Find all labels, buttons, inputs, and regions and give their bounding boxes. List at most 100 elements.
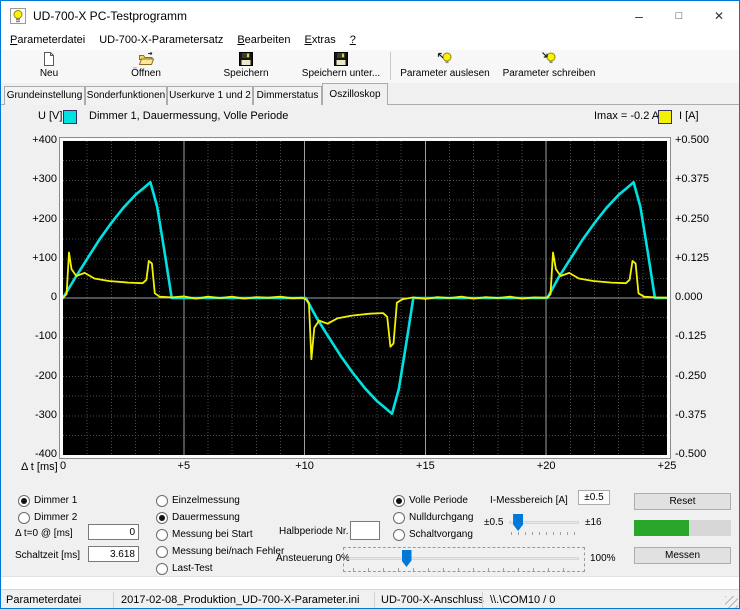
radio-icon: [156, 546, 168, 558]
read-parameters-button[interactable]: Parameter auslesen: [393, 50, 497, 83]
menu-help[interactable]: ?: [343, 31, 363, 50]
menu-bar: Parameterdatei UD-700-X-Parametersatz Be…: [1, 31, 739, 50]
radio-nulldurchgang[interactable]: Nulldurchgang: [393, 511, 474, 524]
toolbar-label: Neu: [40, 68, 58, 79]
tab-strip: Grundeinstellung Sonderfunktionen Userku…: [1, 83, 739, 105]
y-left-tick-label: +300: [23, 173, 57, 185]
open-button[interactable]: Öffnen: [94, 50, 198, 83]
scope-canvas: [63, 141, 667, 455]
y-right-tick-label: 0.000: [675, 291, 703, 303]
schaltzeit-input[interactable]: [88, 546, 139, 562]
x-tick-label: +5: [178, 460, 191, 472]
measurement-description: Dimmer 1, Dauermessung, Volle Periode: [89, 110, 288, 122]
radio-icon: [18, 495, 30, 507]
t0-input[interactable]: [88, 524, 139, 540]
status-bar: Parameterdatei 2017-02-08_Produktion_UD-…: [1, 589, 739, 609]
save-as-button[interactable]: Speichern unter...: [294, 50, 388, 83]
radio-icon: [18, 512, 30, 524]
slider-tickmarks: [511, 532, 578, 535]
radio-einzelmessung[interactable]: Einzelmessung: [156, 494, 240, 507]
radio-label: Einzelmessung: [172, 495, 240, 506]
slider-tickmarks: [353, 568, 576, 571]
menu-parameterdatei[interactable]: Parameterdatei: [3, 31, 92, 50]
window-title: UD-700-X PC-Testprogramm: [33, 1, 187, 31]
radio-messung-bei-fehler[interactable]: Messung bei/nach Fehler: [156, 545, 284, 558]
write-parameters-icon: [541, 51, 557, 67]
voltage-color-swatch: [63, 110, 77, 124]
y-left-tick-label: -200: [23, 370, 57, 382]
radio-messung-bei-start[interactable]: Messung bei Start: [156, 528, 253, 541]
tab-dimmerstatus[interactable]: Dimmerstatus: [253, 86, 322, 105]
messbereich-slider[interactable]: [509, 514, 579, 532]
resize-grip[interactable]: [725, 596, 738, 609]
y-left-tick-label: -300: [23, 409, 57, 421]
tab-userkurve[interactable]: Userkurve 1 und 2: [167, 86, 253, 105]
y-left-tick-label: -100: [23, 330, 57, 342]
tab-oszilloskop[interactable]: Oszilloskop: [322, 83, 388, 105]
new-button[interactable]: Neu: [4, 50, 94, 83]
x-axis-title: Δ t [ms]: [21, 461, 58, 473]
reset-button[interactable]: Reset: [634, 493, 731, 510]
menu-label: earbeiten: [245, 34, 291, 46]
radio-label: Last-Test: [172, 563, 213, 574]
status-separator: [374, 592, 375, 608]
maximize-button[interactable]: □: [659, 1, 699, 31]
y-right-tick-label: +0.250: [675, 213, 709, 225]
menu-bearbeiten[interactable]: Bearbeiten: [230, 31, 297, 50]
toolbar-label: Speichern unter...: [302, 68, 380, 79]
x-tick-label: +25: [658, 460, 677, 472]
save-button[interactable]: Speichern: [198, 50, 294, 83]
tab-sonderfunktionen[interactable]: Sonderfunktionen: [85, 86, 167, 105]
menu-accel: E: [305, 34, 312, 46]
radio-dimmer-2[interactable]: Dimmer 2: [18, 511, 77, 524]
title-bar: UD-700-X PC-Testprogramm – □ ✕: [1, 1, 739, 31]
radio-volle-periode[interactable]: Volle Periode: [393, 494, 468, 507]
x-tick-label: +20: [537, 460, 556, 472]
slider-thumb[interactable]: [402, 550, 412, 567]
radio-dimmer-1[interactable]: Dimmer 1: [18, 494, 77, 507]
slider-track[interactable]: [349, 557, 579, 560]
progress-fill: [634, 520, 689, 536]
minimize-button[interactable]: –: [619, 1, 659, 31]
radio-label: Dauermessung: [172, 512, 240, 523]
radio-label: Messung bei/nach Fehler: [172, 546, 284, 557]
halbperiode-input[interactable]: [350, 521, 380, 540]
radio-icon: [393, 512, 405, 524]
y-right-tick-label: -0.375: [675, 409, 706, 421]
menu-parametersatz[interactable]: UD-700-X-Parametersatz: [92, 31, 230, 50]
y-left-tick-label: 0: [23, 291, 57, 303]
t0-label: Δ t=0 @ [ms]: [15, 528, 73, 539]
slider-thumb[interactable]: [513, 514, 523, 531]
x-tick-label: +15: [416, 460, 435, 472]
new-document-icon: [41, 51, 57, 67]
radio-icon: [393, 495, 405, 507]
progress-bar: [634, 520, 731, 536]
tab-grundeinstellung[interactable]: Grundeinstellung: [4, 86, 85, 105]
radio-label: Messung bei Start: [172, 529, 253, 540]
toolbar-label: Parameter auslesen: [400, 68, 490, 79]
y-right-tick-label: +0.375: [675, 173, 709, 185]
messbereich-min-label: ±0.5: [484, 517, 503, 528]
radio-schaltvorgang[interactable]: Schaltvorgang: [393, 528, 473, 541]
u-axis-legend-label: U [V]: [38, 110, 62, 122]
save-as-icon: [333, 51, 349, 67]
radio-last-test[interactable]: Last-Test: [156, 562, 213, 575]
x-tick-label: +10: [295, 460, 314, 472]
write-parameters-button[interactable]: Parameter schreiben: [497, 50, 601, 83]
status-parameter-file: 2017-02-08_Produktion_UD-700-X-Parameter…: [121, 590, 359, 609]
radio-dauermessung[interactable]: Dauermessung: [156, 511, 240, 524]
ansteuerung-max-label: 100%: [590, 553, 616, 564]
app-window: UD-700-X PC-Testprogramm – □ ✕ Parameter…: [0, 0, 740, 609]
radio-label: Schaltvorgang: [409, 529, 473, 540]
toolbar: Neu Öffnen Speichern Speichern unter... …: [1, 50, 739, 83]
toolbar-label: Speichern: [223, 68, 268, 79]
close-button[interactable]: ✕: [699, 1, 739, 31]
menu-extras[interactable]: Extras: [298, 31, 343, 50]
ansteuerung-slider[interactable]: [349, 550, 579, 568]
radio-label: Dimmer 2: [34, 512, 77, 523]
menu-label: arameterdatei: [17, 34, 85, 46]
y-right-tick-label: -0.125: [675, 330, 706, 342]
messen-button[interactable]: Messen: [634, 547, 731, 564]
toolbar-separator: [390, 52, 391, 80]
app-icon: [10, 8, 26, 24]
